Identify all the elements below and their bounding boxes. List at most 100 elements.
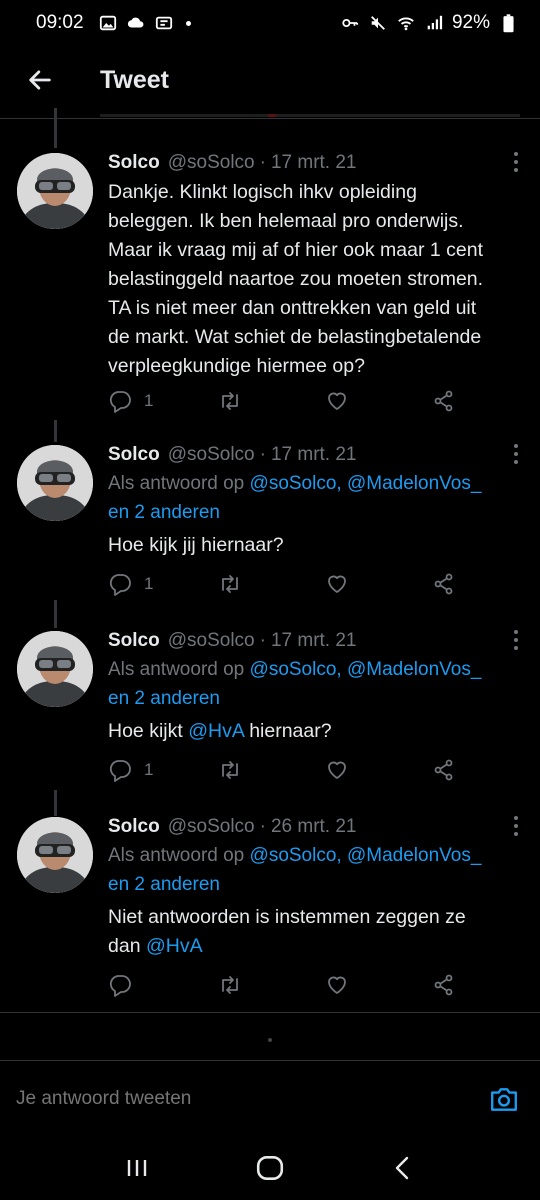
author-handle[interactable]: @soSolco (168, 152, 255, 174)
reply-mentions[interactable]: @soSolco, @MadelonVos_ (250, 473, 482, 494)
tweet-date[interactable]: 17 mrt. 21 (271, 152, 357, 174)
separator: · (259, 630, 266, 651)
home-button[interactable] (248, 1146, 292, 1190)
reply-mentions[interactable]: @soSolco, @MadelonVos_ (250, 659, 482, 680)
share-icon (434, 390, 453, 412)
more-vertical-icon[interactable] (504, 814, 528, 838)
recent-apps-button[interactable] (115, 1146, 159, 1190)
tweet-line: Maar ik vraag mij af of hier ook maar 1 … (108, 239, 483, 261)
author-name[interactable]: Solco (108, 444, 160, 466)
retweet-icon (222, 761, 238, 779)
wifi-icon (396, 13, 416, 33)
arrow-left-icon (29, 70, 51, 90)
back-button[interactable] (18, 58, 62, 102)
tweet-actions (108, 970, 488, 1000)
reply-others[interactable]: en 2 anderen (108, 874, 220, 895)
author-handle[interactable]: @soSolco (168, 444, 255, 466)
reply-mentions[interactable]: @soSolco, @MadelonVos_ (250, 845, 482, 866)
retweet-button[interactable] (218, 389, 242, 413)
like-button[interactable] (325, 389, 349, 413)
reply-button[interactable]: 1 (108, 389, 153, 413)
reply-icon (109, 975, 131, 997)
heart-icon (328, 575, 346, 593)
more-vertical-icon[interactable] (504, 628, 528, 652)
more-vertical-icon[interactable] (504, 442, 528, 466)
separator: · (259, 444, 266, 465)
tweet-actions: 1 (108, 755, 488, 785)
divider (0, 118, 540, 119)
like-button[interactable] (325, 973, 349, 997)
divider (0, 1012, 540, 1013)
thread-line (54, 600, 57, 628)
like-button[interactable] (325, 572, 349, 596)
recent-apps-icon (127, 1160, 146, 1176)
heart-icon (328, 761, 346, 779)
reply-prefix: Als antwoord op (108, 659, 245, 680)
gallery-icon (98, 13, 118, 33)
share-button[interactable] (432, 758, 456, 782)
tweet-date[interactable]: 17 mrt. 21 (271, 444, 357, 466)
tweet-text: Dankje. Klinkt logisch ihkv opleiding be… (108, 178, 520, 381)
retweet-button[interactable] (218, 758, 242, 782)
battery-icon (498, 13, 518, 33)
tweet-mention[interactable]: @HvA (146, 935, 203, 957)
author-name[interactable]: Solco (108, 152, 160, 174)
tweet-date[interactable]: 26 mrt. 21 (271, 816, 357, 838)
more-vertical-icon[interactable] (504, 150, 528, 174)
retweet-button[interactable] (218, 572, 242, 596)
separator: · (259, 816, 266, 837)
share-button[interactable] (432, 572, 456, 596)
reply-button[interactable]: 1 (108, 758, 153, 782)
share-button[interactable] (432, 389, 456, 413)
avatar[interactable] (17, 631, 93, 707)
avatar[interactable] (17, 817, 93, 893)
tweet-actions: 1 (108, 386, 488, 416)
thread-line (54, 108, 57, 148)
reply-others[interactable]: en 2 anderen (108, 688, 220, 709)
author-handle[interactable]: @soSolco (168, 630, 255, 652)
author-name[interactable]: Solco (108, 630, 160, 652)
reply-count: 1 (144, 391, 154, 410)
tweet-line: beleggen. Ik ben helemaal pro onderwijs. (108, 210, 464, 232)
like-button[interactable] (325, 758, 349, 782)
tweet-line: Niet antwoorden is instemmen zeggen ze (108, 906, 466, 928)
reply-icon (109, 391, 131, 413)
reply-button[interactable] (108, 973, 144, 997)
camera-button[interactable] (486, 1081, 522, 1117)
back-nav-button[interactable] (381, 1146, 425, 1190)
author-name[interactable]: Solco (108, 816, 160, 838)
reply-others[interactable]: en 2 anderen (108, 502, 220, 523)
reply-icon (109, 574, 131, 596)
reply-input[interactable] (16, 1087, 486, 1110)
avatar[interactable] (17, 153, 93, 229)
avatar[interactable] (17, 445, 93, 521)
battery-level: 92% (451, 12, 490, 33)
tweet-date[interactable]: 17 mrt. 21 (271, 630, 357, 652)
heart-icon (328, 976, 346, 994)
retweet-button[interactable] (218, 973, 242, 997)
app-header: Tweet (0, 50, 540, 110)
reply-count: 1 (144, 574, 154, 593)
reply-context: Als antwoord op @soSolco, @MadelonVos_ e… (108, 655, 520, 713)
thread-line (54, 790, 57, 816)
tweet-text: Hoe kijk jij hiernaar? (108, 534, 284, 556)
reply-prefix: Als antwoord op (108, 473, 245, 494)
tweet-line: dan @HvA (108, 932, 520, 961)
cloud-icon (126, 13, 146, 33)
tweet-text-part: dan (108, 935, 141, 957)
status-time: 09:02 (36, 12, 84, 33)
tweet-mention[interactable]: @HvA (188, 720, 244, 742)
thread-line (54, 420, 57, 442)
reply-icon (109, 760, 131, 782)
reply-count: 1 (144, 760, 154, 779)
tweet-header: Solco @soSolco · 17 mrt. 21 (108, 628, 520, 654)
separator: · (259, 152, 266, 173)
key-icon (340, 13, 360, 33)
reply-button[interactable]: 1 (108, 572, 153, 596)
tweet-line: Dankje. Klinkt logisch ihkv opleiding (108, 181, 417, 203)
system-nav-bar (0, 1136, 540, 1200)
retweet-icon (222, 976, 238, 994)
heart-icon (328, 392, 346, 410)
author-handle[interactable]: @soSolco (168, 816, 255, 838)
share-button[interactable] (432, 973, 456, 997)
